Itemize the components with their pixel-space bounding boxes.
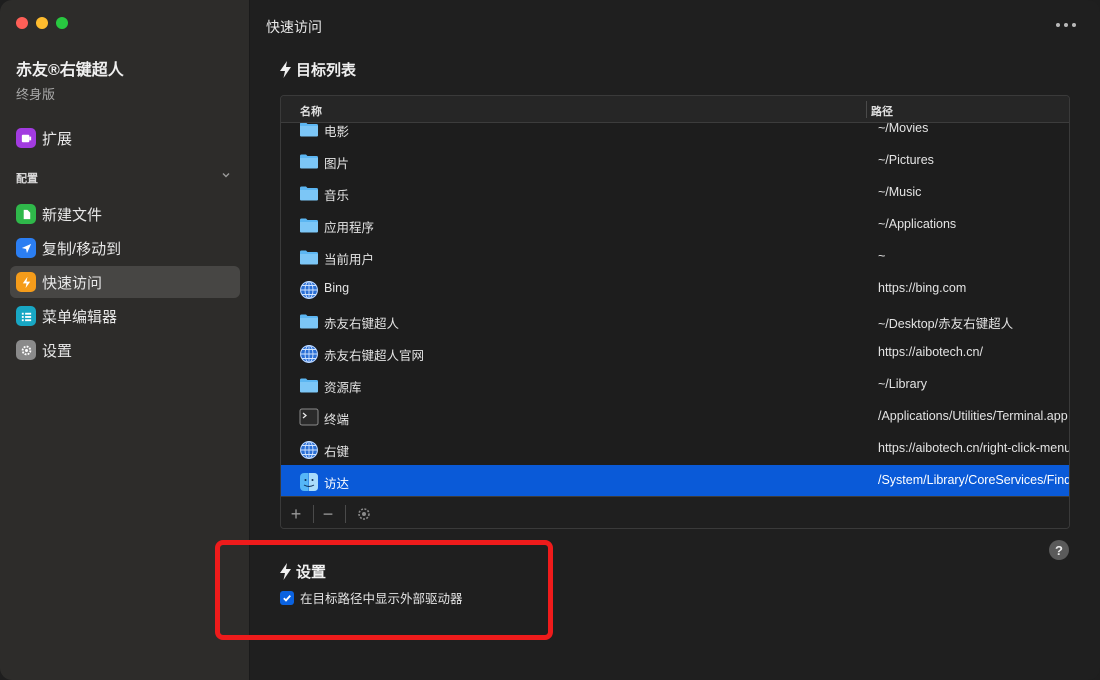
row-path: ~/Movies — [878, 123, 929, 135]
help-button[interactable]: ? — [1049, 540, 1069, 560]
finder-icon — [299, 472, 319, 491]
section-heading-label: 目标列表 — [296, 62, 357, 79]
new-file-icon — [16, 204, 36, 224]
table-row[interactable]: 赤友右键超人官网 https://aibotech.cn/ — [281, 337, 1069, 369]
row-name: 访达 — [324, 477, 350, 491]
row-name: 终端 — [324, 413, 350, 427]
row-path: ~/Music — [878, 185, 922, 199]
sidebar-item-label: 快速访问 — [42, 274, 103, 292]
row-name: 电影 — [324, 125, 350, 139]
row-path: ~/Library — [878, 377, 927, 391]
row-path: ~/Desktop/赤友右键超人 — [878, 317, 1014, 331]
row-name: 资源库 — [324, 381, 362, 395]
folder-movies-icon — [299, 123, 319, 138]
row-name: 当前用户 — [324, 253, 375, 267]
toolbar-divider — [313, 505, 314, 523]
row-path: https://aibotech.cn/ — [878, 345, 983, 359]
more-options-button[interactable] — [1054, 16, 1078, 34]
table-row[interactable]: 图片 ~/Pictures — [281, 145, 1069, 177]
row-path: ~/Applications — [878, 217, 957, 231]
close-window-button[interactable] — [16, 17, 28, 29]
minimize-window-button[interactable] — [36, 17, 48, 29]
folder-music-icon — [299, 184, 319, 202]
target-list-table: 名称 路径 电影 ~/Movies 图片 ~/Pictures 音乐 ~/Music 应用程… — [280, 95, 1070, 529]
folder-library-icon — [299, 376, 319, 394]
target-list-heading: 目标列表 — [280, 59, 356, 80]
add-button[interactable]: + — [285, 503, 307, 525]
sidebar-item-extensions[interactable]: 扩展 — [10, 122, 240, 154]
page-title: 快速访问 — [266, 19, 322, 35]
table-row[interactable]: 资源库 ~/Library — [281, 369, 1069, 401]
sidebar-item-label: 设置 — [42, 342, 73, 360]
globe-icon — [299, 440, 319, 459]
extension-icon — [16, 128, 36, 148]
globe-icon — [299, 280, 319, 299]
lightning-icon — [16, 272, 36, 292]
highlight-annotation-box — [215, 540, 553, 640]
sidebar: 赤友®右键超人 终身版 扩展 配置 新建文件 复制/移动到 快速访问 菜单编辑器… — [0, 0, 250, 680]
table-header: 名称 路径 — [281, 96, 1069, 123]
toolbar-divider — [345, 505, 346, 523]
config-section-label: 配置 — [16, 173, 38, 185]
sidebar-item-label: 复制/移动到 — [42, 240, 122, 258]
row-name: 赤友右键超人 — [324, 317, 400, 331]
table-row[interactable]: 访达/System/Library/CoreServices/Finder.ap… — [281, 465, 1069, 496]
table-row[interactable]: 终端/Applications/Utilities/Terminal.app — [281, 401, 1069, 433]
table-body[interactable]: 电影 ~/Movies 图片 ~/Pictures 音乐 ~/Music 应用程序 ~/App… — [281, 123, 1069, 496]
row-name: Bing — [324, 281, 350, 295]
app-window: 赤友®右键超人 终身版 扩展 配置 新建文件 复制/移动到 快速访问 菜单编辑器… — [0, 0, 1100, 680]
sidebar-item-copy-move[interactable]: 复制/移动到 — [10, 232, 240, 264]
chevron-down-icon[interactable] — [220, 169, 232, 181]
row-path: ~ — [878, 249, 886, 263]
column-header-path[interactable]: 路径 — [871, 103, 893, 119]
table-row[interactable]: 当前用户 ~ — [281, 241, 1069, 273]
zoom-window-button[interactable] — [56, 17, 68, 29]
dot-icon — [1064, 23, 1068, 27]
sidebar-item-new-file[interactable]: 新建文件 — [10, 198, 240, 230]
table-row[interactable]: 赤友右键超人 ~/Desktop/赤友右键超人 — [281, 305, 1069, 337]
terminal-icon — [299, 408, 319, 426]
list-icon — [16, 306, 36, 326]
row-name: 赤友右键超人官网 — [324, 349, 425, 363]
action-button[interactable] — [353, 503, 375, 525]
sidebar-item-quick-access[interactable]: 快速访问 — [10, 266, 240, 298]
globe-icon — [299, 344, 319, 363]
sidebar-item-label: 新建文件 — [42, 206, 103, 224]
column-divider[interactable] — [866, 101, 867, 118]
table-row[interactable]: 应用程序 ~/Applications — [281, 209, 1069, 241]
folder-icon — [299, 312, 319, 330]
column-header-name[interactable]: 名称 — [300, 103, 322, 119]
dot-icon — [1072, 23, 1076, 27]
remove-button[interactable]: − — [317, 503, 339, 525]
sidebar-item-label: 菜单编辑器 — [42, 308, 118, 326]
list-toolbar: + − — [281, 496, 1069, 528]
table-row[interactable]: 音乐 ~/Music — [281, 177, 1069, 209]
send-icon — [16, 238, 36, 258]
folder-apps-icon — [299, 216, 319, 234]
window-controls — [16, 17, 68, 29]
dot-icon — [1056, 23, 1060, 27]
row-path: https://bing.com — [878, 281, 967, 295]
sidebar-item-menu-editor[interactable]: 菜单编辑器 — [10, 300, 240, 332]
row-name: 音乐 — [324, 189, 350, 203]
row-path: /Applications/Utilities/Terminal.app — [878, 409, 1068, 423]
row-path: /System/Library/CoreServices/Finder.app — [878, 473, 1069, 487]
row-path: https://aibotech.cn/right-click-menu — [878, 441, 1069, 455]
table-row[interactable]: 电影 ~/Movies — [281, 123, 1069, 145]
sidebar-item-settings[interactable]: 设置 — [10, 334, 240, 366]
folder-home-icon — [299, 248, 319, 266]
row-name: 图片 — [324, 157, 350, 171]
gear-icon — [358, 508, 370, 520]
row-name: 应用程序 — [324, 221, 375, 235]
table-row[interactable]: 右键 https://aibotech.cn/right-click-menu — [281, 433, 1069, 465]
app-edition: 终身版 — [16, 87, 56, 102]
table-row[interactable]: Bing https://bing.com — [281, 273, 1069, 305]
app-name: 赤友®右键超人 — [16, 62, 124, 79]
sidebar-item-label: 扩展 — [42, 130, 73, 148]
row-name: 右键 — [324, 445, 350, 459]
gear-icon — [16, 340, 36, 360]
row-path: ~/Pictures — [878, 153, 934, 167]
lightning-icon — [280, 61, 291, 78]
folder-pictures-icon — [299, 152, 319, 170]
